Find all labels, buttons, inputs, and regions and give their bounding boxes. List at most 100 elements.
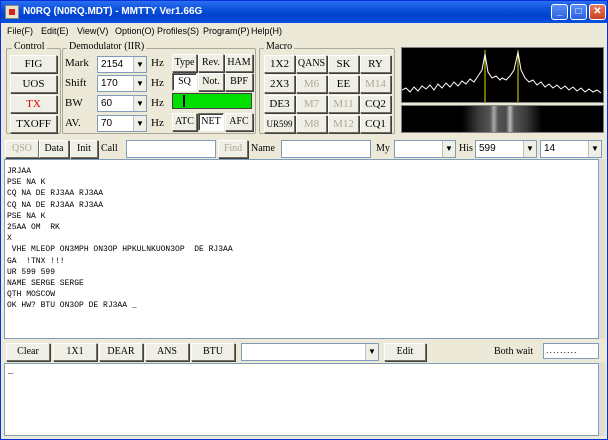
dear-button[interactable]: DEAR bbox=[99, 343, 143, 361]
tx-button[interactable]: TX bbox=[10, 95, 57, 113]
macro-select[interactable]: ▼ bbox=[241, 343, 379, 361]
mark-label: Mark bbox=[65, 57, 89, 69]
edit-button[interactable]: Edit bbox=[384, 343, 426, 361]
chevron-down-icon[interactable]: ▼ bbox=[133, 57, 146, 72]
menu-edit[interactable]: Edit(E) bbox=[41, 26, 69, 36]
ans-button[interactable]: ANS bbox=[145, 343, 189, 361]
call-input[interactable] bbox=[126, 140, 216, 158]
receive-text-area[interactable]: JRJAA PSE NA K CQ NA DE RJ3AA RJ3AA CQ NA D… bbox=[4, 159, 599, 339]
txoff-button[interactable]: TXOFF bbox=[10, 115, 57, 133]
squelch-level-meter[interactable] bbox=[172, 93, 252, 109]
macro-qans-button[interactable]: QANS bbox=[296, 55, 327, 73]
menu-profiles[interactable]: Profiles(S) bbox=[157, 26, 199, 36]
macro-ee-button[interactable]: EE bbox=[328, 75, 359, 93]
waterfall-display[interactable] bbox=[401, 105, 604, 133]
tx-scrollbar[interactable] bbox=[599, 363, 605, 436]
rx-line: VHE MLEOP ON3MPH ON3OP HPKULNKUON3OP DE … bbox=[7, 245, 233, 255]
net-button[interactable]: NET bbox=[198, 113, 224, 131]
menu-file[interactable]: File(F) bbox=[7, 26, 33, 36]
qso-button[interactable]: QSO bbox=[5, 140, 39, 158]
macro-de3-button[interactable]: DE3 bbox=[264, 95, 295, 113]
rx-line: NAME SERGE SERGE bbox=[7, 279, 84, 289]
my-label: My bbox=[376, 143, 390, 154]
receive-text-lines: JRJAA PSE NA K CQ NA DE RJ3AA RJ3AA CQ NA D… bbox=[7, 166, 598, 312]
spectrum-display[interactable] bbox=[401, 47, 604, 103]
both-wait-label: Both wait bbox=[494, 346, 534, 357]
chevron-down-icon[interactable]: ▼ bbox=[442, 141, 455, 157]
rx-line: QTH MOSCOW bbox=[7, 290, 56, 300]
av-unit: Hz bbox=[151, 117, 164, 129]
fig-button[interactable]: FIG bbox=[10, 55, 57, 73]
afc-button[interactable]: AFC bbox=[225, 113, 253, 131]
transmit-text-area[interactable]: _ bbox=[4, 363, 599, 436]
bw-select[interactable]: 60 ▼ bbox=[97, 95, 147, 112]
atc-button[interactable]: ATC bbox=[172, 113, 197, 131]
rev-button[interactable]: Rev. bbox=[198, 54, 224, 72]
macro-m7-button[interactable]: M7 bbox=[296, 95, 327, 113]
macro-m11-button[interactable]: M11 bbox=[328, 95, 359, 113]
av-label: AV. bbox=[65, 117, 81, 129]
bpf-button[interactable]: BPF bbox=[225, 73, 253, 91]
rx-line: 25AA OM RK bbox=[7, 223, 60, 233]
name-input[interactable] bbox=[281, 140, 371, 158]
macro-cq1-button[interactable]: CQ1 bbox=[360, 115, 391, 133]
rx-line: JRJAA bbox=[7, 167, 32, 176]
chevron-down-icon[interactable]: ▼ bbox=[523, 141, 536, 157]
menu-help[interactable]: Help(H) bbox=[251, 26, 282, 36]
chevron-down-icon[interactable]: ▼ bbox=[133, 116, 146, 131]
data-button[interactable]: Data bbox=[39, 140, 69, 158]
chevron-down-icon[interactable]: ▼ bbox=[133, 76, 146, 91]
mark-select[interactable]: 2154 ▼ bbox=[97, 56, 147, 73]
macro-1x2-button[interactable]: 1X2 bbox=[264, 55, 295, 73]
btu-button[interactable]: BTU bbox=[191, 343, 235, 361]
macro-m8-button[interactable]: M8 bbox=[296, 115, 327, 133]
menu-view[interactable]: View(V) bbox=[77, 26, 108, 36]
main-window: N0RQ (N0RQ.MDT) - MMTTY Ver1.66G _ □ ✕ F… bbox=[0, 0, 608, 440]
demodulator-group-label: Demodulator (IIR) bbox=[67, 41, 147, 52]
rx-line: PSE NA K bbox=[7, 178, 46, 188]
shift-select[interactable]: 170 ▼ bbox=[97, 75, 147, 92]
chevron-down-icon[interactable]: ▼ bbox=[588, 141, 601, 157]
macro-m6-button[interactable]: M6 bbox=[296, 75, 327, 93]
clear-button[interactable]: Clear bbox=[6, 343, 50, 361]
macro-m14-button[interactable]: M14 bbox=[360, 75, 391, 93]
chevron-down-icon[interactable]: ▼ bbox=[365, 344, 378, 360]
number-select[interactable]: 14 ▼ bbox=[540, 140, 602, 158]
macro-sk-button[interactable]: SK bbox=[328, 55, 359, 73]
macro-cq2-button[interactable]: CQ2 bbox=[360, 95, 391, 113]
macro-m12-button[interactable]: M12 bbox=[328, 115, 359, 133]
chevron-down-icon[interactable]: ▼ bbox=[133, 96, 146, 111]
squelch-marker[interactable] bbox=[183, 95, 185, 107]
shift-unit: Hz bbox=[151, 77, 164, 89]
ham-button[interactable]: HAM bbox=[225, 54, 253, 72]
init-button[interactable]: Init bbox=[70, 140, 98, 158]
menu-option[interactable]: Option(O) bbox=[115, 26, 155, 36]
rx-scrollbar[interactable] bbox=[599, 159, 605, 339]
macro-group-label: Macro bbox=[264, 41, 295, 52]
menu-program[interactable]: Program(P) bbox=[203, 26, 250, 36]
sq-button[interactable]: SQ bbox=[172, 73, 197, 91]
av-select[interactable]: 70 ▼ bbox=[97, 115, 147, 132]
his-rst-select[interactable]: 599 ▼ bbox=[475, 140, 537, 158]
macro-2x3-button[interactable]: 2X3 bbox=[264, 75, 295, 93]
minimize-button[interactable]: _ bbox=[551, 4, 568, 20]
tx-cursor: _ bbox=[8, 366, 14, 376]
rx-line: CQ NA DE RJ3AA RJ3AA bbox=[7, 189, 104, 199]
call-label: Call bbox=[101, 143, 118, 154]
uos-button[interactable]: UOS bbox=[10, 75, 57, 93]
rx-line: CQ NA DE RJ3AA RJ3AA bbox=[7, 200, 104, 210]
my-rst-select[interactable]: ▼ bbox=[394, 140, 456, 158]
macro-1x1-button[interactable]: 1X1 bbox=[53, 343, 97, 361]
close-button[interactable]: ✕ bbox=[589, 4, 606, 20]
type-button[interactable]: Type bbox=[172, 54, 197, 72]
macro-ry-button[interactable]: RY bbox=[360, 55, 391, 73]
find-button[interactable]: Find bbox=[218, 140, 248, 158]
title-bar[interactable]: N0RQ (N0RQ.MDT) - MMTTY Ver1.66G _ □ ✕ bbox=[1, 1, 607, 23]
window-title: N0RQ (N0RQ.MDT) - MMTTY Ver1.66G bbox=[23, 6, 203, 17]
bw-unit: Hz bbox=[151, 97, 164, 109]
app-icon bbox=[5, 5, 19, 19]
wait-slider[interactable]: ......... bbox=[543, 343, 599, 359]
not-button[interactable]: Not. bbox=[198, 73, 224, 91]
macro-ur599-button[interactable]: UR599 bbox=[264, 115, 295, 133]
maximize-button[interactable]: □ bbox=[570, 4, 587, 20]
